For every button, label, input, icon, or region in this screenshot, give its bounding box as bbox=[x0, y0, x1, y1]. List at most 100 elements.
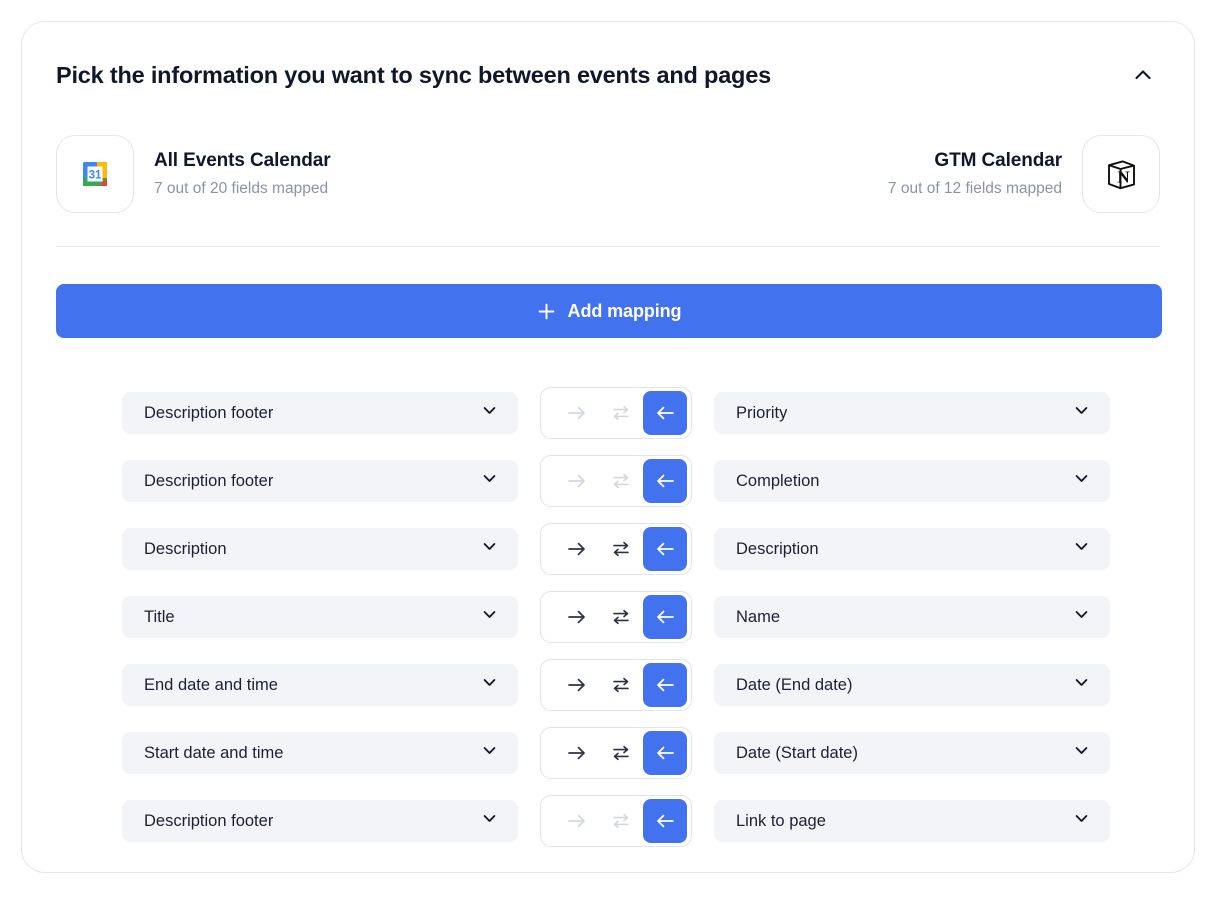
source-app-text: All Events Calendar 7 out of 20 fields m… bbox=[154, 148, 331, 201]
source-app-fields-mapped: 7 out of 20 fields mapped bbox=[154, 179, 329, 197]
target-field-label: Name bbox=[736, 608, 781, 626]
arrow-right-icon bbox=[565, 469, 589, 493]
chevron-down-icon bbox=[480, 401, 499, 425]
mapping-row: End date and time Date (End date) bbox=[56, 651, 1162, 719]
chevron-down-icon bbox=[480, 673, 499, 697]
two-way-arrows-icon bbox=[610, 402, 632, 424]
arrow-right-icon bbox=[565, 537, 589, 561]
apps-row: 31 All Events Calendar 7 out of 20 field… bbox=[56, 128, 1160, 220]
sync-two-way-button[interactable] bbox=[599, 663, 643, 707]
target-field-select[interactable]: Date (End date) bbox=[714, 664, 1110, 706]
sync-direction-control bbox=[540, 659, 692, 711]
arrow-right-icon bbox=[565, 401, 589, 425]
sync-to-left-button[interactable] bbox=[643, 799, 687, 843]
sync-to-left-button[interactable] bbox=[643, 663, 687, 707]
sync-two-way-button[interactable] bbox=[599, 731, 643, 775]
source-field-select[interactable]: Start date and time bbox=[122, 732, 518, 774]
sync-to-left-button[interactable] bbox=[643, 459, 687, 503]
sync-two-way-button[interactable] bbox=[599, 459, 643, 503]
chevron-down-icon bbox=[1072, 537, 1091, 561]
sync-direction-control bbox=[540, 727, 692, 779]
sync-to-right-button[interactable] bbox=[555, 731, 599, 775]
mapping-row: Description footer bbox=[56, 787, 1162, 855]
chevron-down-icon bbox=[480, 537, 499, 561]
chevron-down-icon bbox=[1072, 741, 1091, 765]
sync-mapping-card: Pick the information you want to sync be… bbox=[21, 21, 1195, 873]
sync-to-left-button[interactable] bbox=[643, 527, 687, 571]
sync-to-right-button[interactable] bbox=[555, 595, 599, 639]
source-app: 31 All Events Calendar 7 out of 20 field… bbox=[56, 135, 331, 213]
chevron-down-icon bbox=[1072, 605, 1091, 629]
collapse-card-button[interactable] bbox=[1126, 58, 1160, 92]
chevron-down-icon bbox=[480, 809, 499, 833]
target-field-select[interactable]: Description bbox=[714, 528, 1110, 570]
target-field-select[interactable]: Priority bbox=[714, 392, 1110, 434]
arrow-left-icon bbox=[653, 401, 677, 425]
sync-direction-control bbox=[540, 455, 692, 507]
arrow-left-icon bbox=[653, 537, 677, 561]
target-field-label: Date (Start date) bbox=[736, 744, 858, 762]
page-title: Pick the information you want to sync be… bbox=[56, 62, 771, 88]
target-field-label: Date (End date) bbox=[736, 676, 853, 694]
google-calendar-icon: 31 bbox=[56, 135, 134, 213]
sync-to-right-button[interactable] bbox=[555, 663, 599, 707]
source-field-label: Title bbox=[144, 608, 175, 626]
sync-two-way-button[interactable] bbox=[599, 595, 643, 639]
svg-text:31: 31 bbox=[89, 169, 102, 181]
sync-direction-control bbox=[540, 387, 692, 439]
source-field-select[interactable]: Description footer bbox=[122, 800, 518, 842]
svg-text:N: N bbox=[1117, 168, 1130, 187]
sync-to-left-button[interactable] bbox=[643, 731, 687, 775]
sync-to-left-button[interactable] bbox=[643, 595, 687, 639]
sync-direction-control bbox=[540, 523, 692, 575]
source-field-select[interactable]: End date and time bbox=[122, 664, 518, 706]
sync-two-way-button[interactable] bbox=[599, 799, 643, 843]
sync-two-way-button[interactable] bbox=[599, 391, 643, 435]
sync-to-right-button[interactable] bbox=[555, 391, 599, 435]
add-mapping-button[interactable]: Add mapping bbox=[56, 284, 1162, 338]
arrow-left-icon bbox=[653, 469, 677, 493]
chevron-down-icon bbox=[480, 605, 499, 629]
target-field-label: Priority bbox=[736, 404, 788, 422]
sync-to-right-button[interactable] bbox=[555, 527, 599, 571]
source-field-label: Start date and time bbox=[144, 744, 284, 762]
sync-to-left-button[interactable] bbox=[643, 391, 687, 435]
mapping-row: Title Name bbox=[56, 583, 1162, 651]
target-app: GTM Calendar 7 out of 12 fields mapped N bbox=[888, 135, 1160, 213]
arrow-right-icon bbox=[565, 741, 589, 765]
two-way-arrows-icon bbox=[610, 606, 632, 628]
arrow-left-icon bbox=[653, 741, 677, 765]
mapping-row: Start date and time Date (Start date) bbox=[56, 719, 1162, 787]
source-field-select[interactable]: Description bbox=[122, 528, 518, 570]
target-app-text: GTM Calendar 7 out of 12 fields mapped bbox=[888, 148, 1062, 201]
target-field-select[interactable]: Link to page bbox=[714, 800, 1110, 842]
two-way-arrows-icon bbox=[610, 538, 632, 560]
chevron-down-icon bbox=[1072, 809, 1091, 833]
sync-to-right-button[interactable] bbox=[555, 459, 599, 503]
source-field-select[interactable]: Description footer bbox=[122, 460, 518, 502]
source-field-label: End date and time bbox=[144, 676, 278, 694]
sync-direction-control bbox=[540, 591, 692, 643]
two-way-arrows-icon bbox=[610, 470, 632, 492]
source-field-label: Description footer bbox=[144, 812, 274, 830]
header-divider bbox=[56, 246, 1160, 247]
target-field-select[interactable]: Completion bbox=[714, 460, 1110, 502]
source-field-label: Description bbox=[144, 540, 227, 558]
arrow-left-icon bbox=[653, 605, 677, 629]
sync-mapping-screen: Pick the information you want to sync be… bbox=[0, 0, 1216, 902]
arrow-left-icon bbox=[653, 673, 677, 697]
source-field-select[interactable]: Title bbox=[122, 596, 518, 638]
sync-to-right-button[interactable] bbox=[555, 799, 599, 843]
mapping-row: Description Description bbox=[56, 515, 1162, 583]
source-field-select[interactable]: Description footer bbox=[122, 392, 518, 434]
notion-icon: N bbox=[1082, 135, 1160, 213]
target-field-select[interactable]: Date (Start date) bbox=[714, 732, 1110, 774]
chevron-down-icon bbox=[1072, 401, 1091, 425]
arrow-right-icon bbox=[565, 673, 589, 697]
chevron-down-icon bbox=[480, 469, 499, 493]
add-mapping-label: Add mapping bbox=[567, 300, 682, 321]
two-way-arrows-icon bbox=[610, 674, 632, 696]
sync-two-way-button[interactable] bbox=[599, 527, 643, 571]
sync-direction-control bbox=[540, 795, 692, 847]
target-field-select[interactable]: Name bbox=[714, 596, 1110, 638]
